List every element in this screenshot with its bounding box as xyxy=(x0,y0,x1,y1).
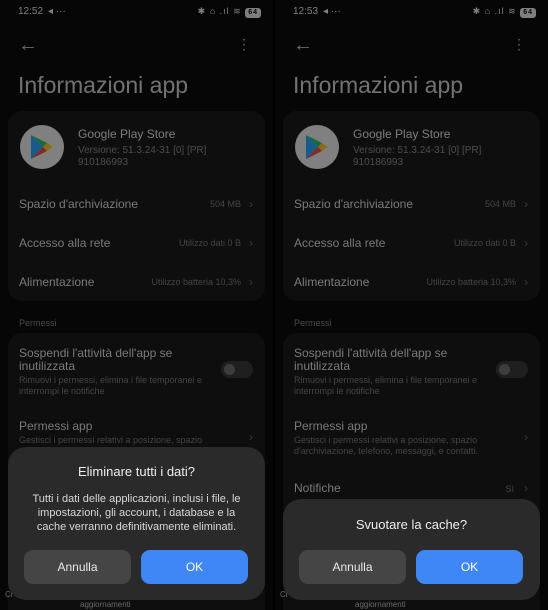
peek-text-bottom: aggiornamenti xyxy=(355,600,406,609)
peek-text-bottom: aggiornamenti xyxy=(80,600,131,609)
phone-screen-left: 12:52 ◂ ··· ✱ ⌂ .ıl ≋ 64 ← ⋮ Informazion… xyxy=(0,0,273,610)
ok-button[interactable]: OK xyxy=(416,550,523,584)
clear-data-dialog: Eliminare tutti i dati? Tutti i dati del… xyxy=(8,447,265,600)
dialog-title: Eliminare tutti i dati? xyxy=(77,464,196,479)
ok-button[interactable]: OK xyxy=(141,550,248,584)
cancel-button[interactable]: Annulla xyxy=(299,550,406,584)
clear-cache-dialog: Svuotare la cache? Annulla OK xyxy=(283,499,540,600)
dialog-title: Svuotare la cache? xyxy=(355,517,468,532)
phone-screen-right: 12:53 ◂ ··· ✱ ⌂ .ıl ≋ 64 ← ⋮ Informazion… xyxy=(275,0,548,610)
cancel-button[interactable]: Annulla xyxy=(24,550,131,584)
dialog-message: Tutti i dati delle applicazioni, inclusi… xyxy=(32,493,241,533)
